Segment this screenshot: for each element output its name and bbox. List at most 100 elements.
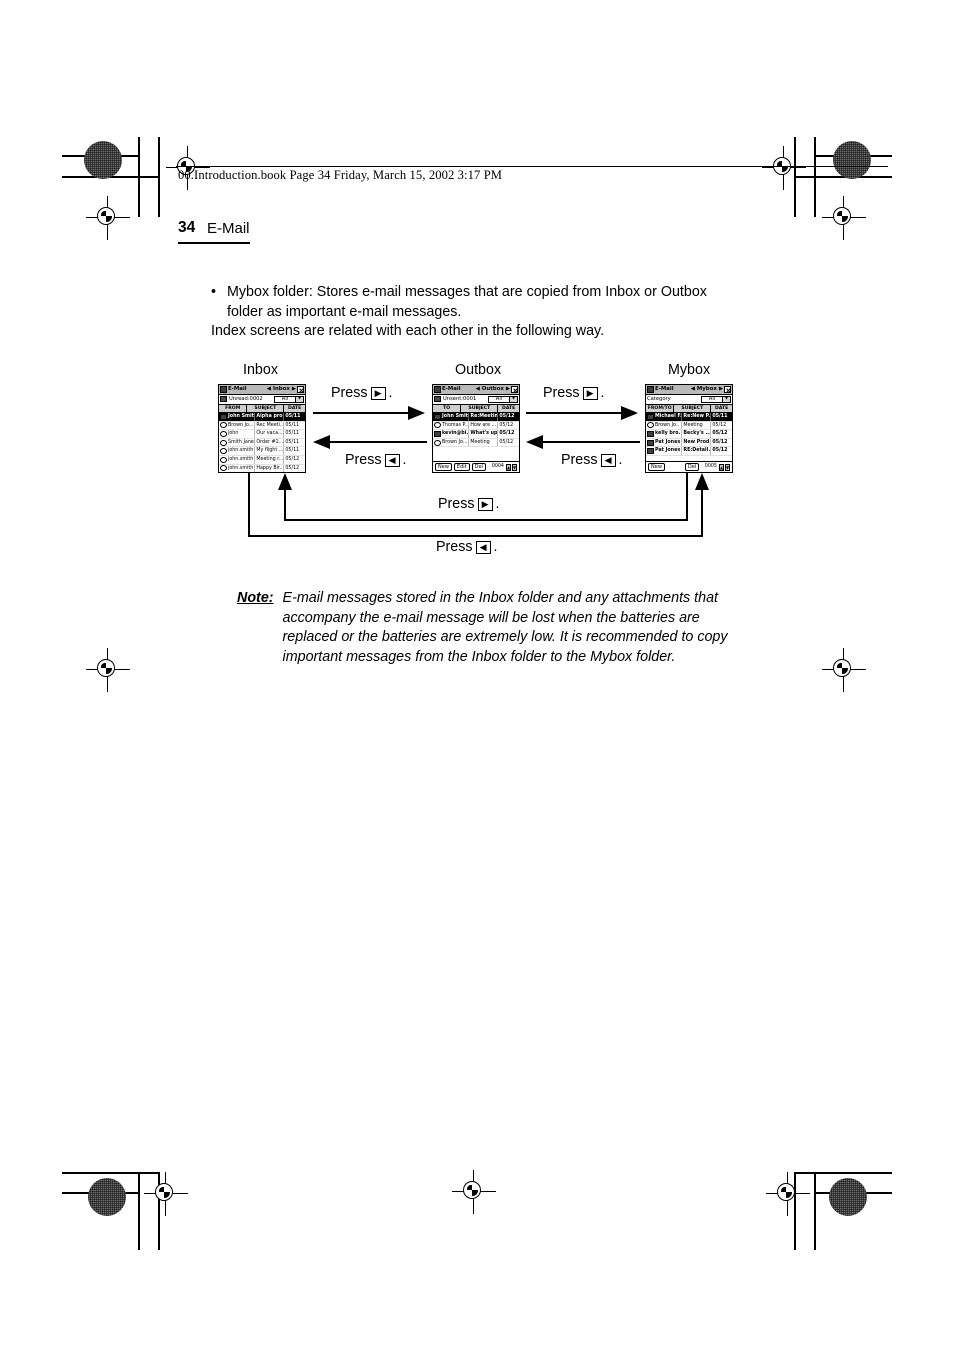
cell-from: Brown Jo...: [228, 421, 256, 430]
cell-date: 05/12: [712, 422, 727, 428]
outbox-app-name: E-Mail: [442, 385, 461, 392]
cell-subject: RE:Detail...: [683, 447, 712, 455]
next-folder-icon[interactable]: ▶: [506, 386, 510, 392]
email-app-icon: [647, 386, 654, 393]
flow-line-inbox-to-mybox-loop: [248, 535, 703, 538]
table-row[interactable]: Michael F... Re:New P... 05/11: [646, 413, 732, 422]
table-row[interactable]: john Our vaca... 05/11: [219, 430, 305, 439]
mybox-folder-nav[interactable]: ◀ Mybox ▶: [691, 386, 723, 392]
inbox-filter-value: All: [281, 395, 289, 402]
table-row[interactable]: Brown Jo.. Meeting 05/12: [646, 421, 732, 431]
screen-label-outbox: Outbox: [455, 362, 502, 378]
table-row[interactable]: Brown Jo... Rec Meeti... 05/11: [219, 421, 305, 431]
next-folder-icon[interactable]: ▶: [719, 386, 723, 392]
table-row[interactable]: Pat Jones New Prod... 05/12: [646, 438, 732, 448]
column-header-date: DATE: [502, 405, 516, 411]
mybox-footer-toolbar[interactable]: New Del 0005 ▲ ▼: [646, 461, 732, 472]
message-status-icon: [646, 448, 654, 455]
inbox-unread-count: Unread:0002: [229, 395, 263, 402]
column-header-from: FROM: [219, 404, 248, 412]
inbox-filter-dropdown[interactable]: All ▼: [274, 395, 304, 403]
table-row[interactable]: Thomas P.. How are ... 05/12: [433, 421, 519, 431]
inbox-folder-nav[interactable]: ◀ Inbox ▶: [267, 386, 296, 392]
cell-subject: Alpha pro...: [256, 413, 285, 421]
prev-folder-icon[interactable]: ◀: [476, 386, 480, 392]
mybox-category-value: All: [708, 395, 716, 402]
table-row[interactable]: kelly bro. Becky's ... 05/12: [646, 430, 732, 439]
table-row[interactable]: john.smith Happy Bir... 05/12: [219, 464, 305, 472]
flow-line-loop-outer-left: [248, 473, 251, 537]
device-screen-outbox[interactable]: E-Mail ◀ Outbox ▶ Unsent:0001 All ▼ TO S…: [432, 384, 520, 473]
prev-folder-icon[interactable]: ◀: [267, 386, 271, 392]
message-status-icon: [646, 422, 654, 429]
outbox-message-list[interactable]: John Smith Re:Meetin... 05/12 Thomas P..…: [433, 413, 519, 448]
unsent-icon: [434, 396, 441, 403]
flow-line-outbox-to-mybox: [526, 412, 623, 415]
mybox-category-dropdown[interactable]: All ▼: [701, 395, 731, 403]
press-word: Press: [436, 539, 473, 555]
close-icon[interactable]: [297, 386, 304, 393]
close-icon[interactable]: [511, 386, 518, 393]
registration-mark: [822, 196, 866, 240]
scroll-controls[interactable]: ▲ ▼: [719, 463, 730, 471]
outbox-filter-dropdown[interactable]: All ▼: [488, 395, 518, 403]
cell-date: 05/11: [285, 431, 300, 437]
column-header-subject: SUBJECT: [247, 404, 285, 412]
inbox-message-list[interactable]: John Smith Alpha pro... 05/11 Brown Jo..…: [219, 413, 305, 472]
inbox-title-bar: E-Mail ◀ Inbox ▶: [219, 385, 305, 395]
new-button[interactable]: New: [648, 463, 665, 471]
screen-label-mybox: Mybox: [668, 362, 711, 378]
next-folder-icon[interactable]: ▶: [292, 386, 296, 392]
scroll-down-icon[interactable]: ▼: [512, 463, 517, 471]
registration-mark: [762, 146, 806, 190]
unread-icon: [220, 396, 227, 403]
press-word: Press: [438, 496, 475, 512]
press-label-mybox-to-inbox-loop: Press ▶ .: [438, 496, 500, 512]
message-status-icon: [646, 439, 654, 446]
left-arrow-key-icon: ◀: [384, 453, 400, 467]
outbox-folder-nav[interactable]: ◀ Outbox ▶: [476, 386, 510, 392]
edit-button[interactable]: Edit: [453, 463, 470, 471]
chapter-rule: [178, 242, 250, 245]
device-screen-inbox[interactable]: E-Mail ◀ Inbox ▶ Unread:0002 All ▼ FROM …: [218, 384, 306, 473]
table-row[interactable]: kevin@bi... What's up? 05/12: [433, 430, 519, 439]
lead-in-line: Index screens are related with each othe…: [211, 323, 605, 339]
halftone-dot: [84, 141, 122, 179]
inbox-status-row: Unread:0002 All ▼: [219, 395, 305, 405]
table-row[interactable]: John Smith Re:Meetin... 05/12: [433, 413, 519, 422]
flow-line-inbox-to-outbox: [313, 412, 410, 415]
halftone-dot: [833, 141, 871, 179]
scroll-controls[interactable]: ▲ ▼: [506, 463, 517, 471]
chevron-down-icon[interactable]: ▼: [722, 396, 730, 402]
cell-subject: Meeting: [469, 438, 499, 447]
column-header-from-to: FROM/TO: [646, 404, 675, 412]
cell-date: 05/12: [499, 439, 514, 445]
outbox-footer-toolbar[interactable]: New Edit Del 0004 ▲ ▼: [433, 461, 519, 472]
mybox-column-headers: FROM/TO SUBJECT DATE: [646, 404, 732, 413]
message-status-icon: [646, 430, 654, 437]
delete-button[interactable]: Del: [471, 463, 486, 471]
message-status-icon: [433, 439, 441, 446]
delete-button[interactable]: Del: [684, 463, 700, 471]
chevron-down-icon[interactable]: ▼: [509, 396, 517, 402]
table-row[interactable]: Brown Jo... Meeting 05/12: [433, 438, 519, 448]
table-row[interactable]: john.smith Meeting r... 05/12: [219, 455, 305, 465]
new-button[interactable]: New: [435, 463, 452, 471]
scroll-up-icon[interactable]: ▲: [719, 463, 724, 471]
prev-folder-icon[interactable]: ◀: [691, 386, 695, 392]
table-row[interactable]: john.smith My flight ... 05/11: [219, 447, 305, 456]
table-row[interactable]: Pat Jones RE:Detail... 05/12: [646, 447, 732, 456]
table-row[interactable]: Smith Jane Order #1... 05/11: [219, 438, 305, 448]
table-row[interactable]: John Smith Alpha pro... 05/11: [219, 413, 305, 422]
scroll-up-icon[interactable]: ▲: [506, 463, 511, 471]
message-status-icon: [219, 422, 227, 429]
scroll-down-icon[interactable]: ▼: [725, 463, 730, 471]
cell-subject: New Prod...: [683, 438, 712, 447]
cell-from-to: Brown Jo..: [654, 421, 683, 430]
crop-mark-line: [158, 137, 160, 217]
device-screen-mybox[interactable]: E-Mail ◀ Mybox ▶ Category All ▼ FROM/TO …: [645, 384, 733, 473]
close-icon[interactable]: [724, 386, 731, 393]
mybox-message-list[interactable]: Michael F... Re:New P... 05/11 Brown Jo.…: [646, 413, 732, 456]
screen-label-inbox: Inbox: [243, 362, 278, 378]
chevron-down-icon[interactable]: ▼: [295, 396, 303, 402]
